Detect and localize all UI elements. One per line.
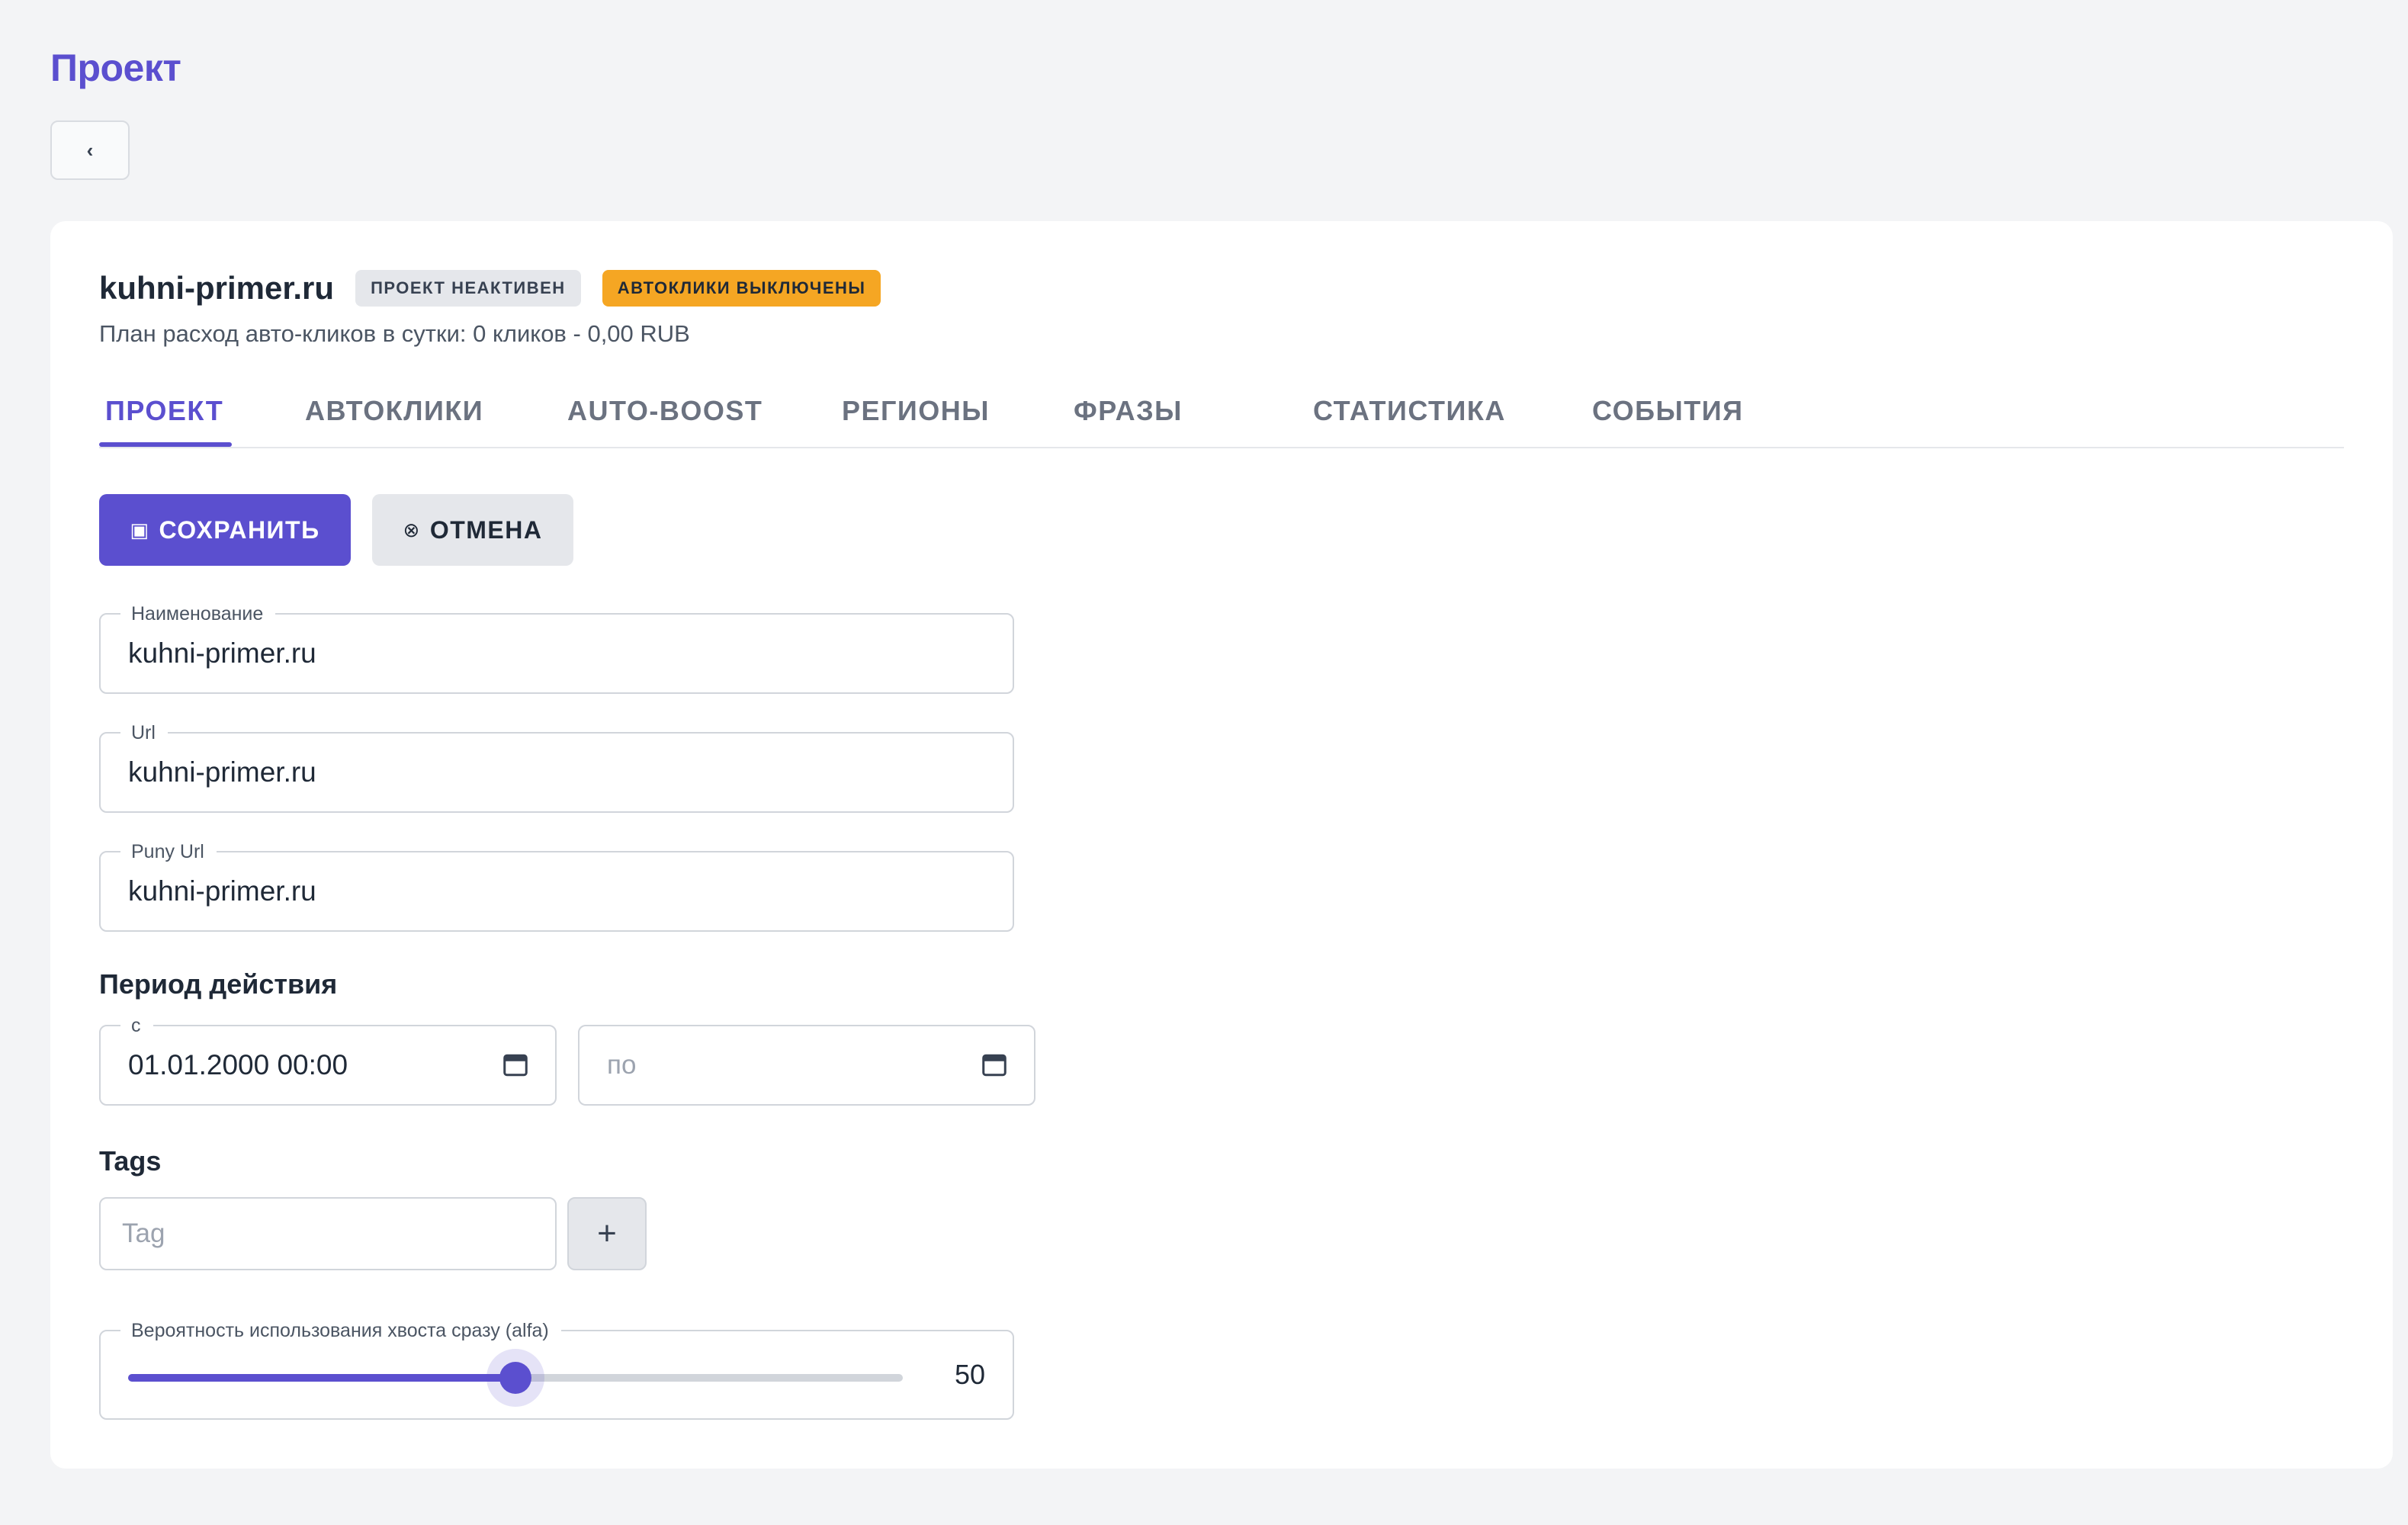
tab-project[interactable]: ПРОЕКТ [105, 374, 223, 448]
date-to-field[interactable]: по [578, 1025, 1035, 1106]
url-field-value: kuhni-primer.ru [128, 756, 316, 788]
tab-phrases[interactable]: ФРАЗЫ [1074, 374, 1183, 448]
tab-events[interactable]: СОБЫТИЯ [1592, 374, 1743, 448]
calendar-icon[interactable] [502, 1051, 529, 1079]
tag-input[interactable]: Tag [99, 1197, 557, 1270]
back-button[interactable]: ‹ [50, 120, 130, 180]
name-field-value: kuhni-primer.ru [128, 637, 316, 669]
chevron-left-icon: ‹ [86, 138, 94, 162]
tab-statistics[interactable]: СТАТИСТИКА [1313, 374, 1506, 448]
plan-line: План расход авто-кликов в сутки: 0 клико… [99, 320, 690, 347]
date-from-value: 01.01.2000 00:00 [128, 1049, 348, 1080]
calendar-icon[interactable] [981, 1051, 1008, 1079]
add-tag-button[interactable]: + [567, 1197, 647, 1270]
tab-auto-boost[interactable]: AUTO-BOOST [567, 374, 763, 448]
tab-autoclicks[interactable]: АВТОКЛИКИ [305, 374, 483, 448]
puny-url-field-value: kuhni-primer.ru [128, 875, 316, 907]
plus-icon: + [597, 1215, 617, 1252]
alfa-slider-thumb[interactable] [499, 1362, 531, 1394]
date-from-field[interactable]: с 01.01.2000 00:00 [99, 1014, 557, 1106]
status-badge: ПРОЕКТ НЕАКТИВЕН [355, 270, 581, 307]
cancel-icon: ⊗ [403, 518, 421, 541]
tab-bar: ПРОЕКТ АВТОКЛИКИ AUTO-BOOST РЕГИОНЫ ФРАЗ… [99, 374, 2344, 448]
cancel-button-label: ОТМЕНА [429, 515, 543, 544]
tag-input-placeholder: Tag [122, 1218, 165, 1248]
project-name: kuhni-primer.ru [99, 270, 335, 306]
alfa-slider-fill [128, 1374, 515, 1382]
date-to-placeholder: по [607, 1050, 637, 1080]
alfa-slider-value: 50 [954, 1359, 985, 1390]
cancel-button[interactable]: ⊗ ОТМЕНА [372, 494, 573, 566]
autoclicks-badge: АВТОКЛИКИ ВЫКЛЮЧЕНЫ [602, 270, 881, 307]
url-field[interactable]: Url kuhni-primer.ru [99, 721, 1014, 813]
project-header: kuhni-primer.ru ПРОЕКТ НЕАКТИВЕН АВТОКЛИ… [99, 270, 881, 307]
save-icon: ▣ [130, 518, 150, 541]
active-tab-indicator [99, 442, 232, 447]
alfa-slider-label: Вероятность использования хвоста сразу (… [120, 1319, 561, 1342]
save-button[interactable]: ▣ СОХРАНИТЬ [99, 494, 351, 566]
puny-url-field[interactable]: Puny Url kuhni-primer.ru [99, 840, 1014, 932]
tags-title: Tags [99, 1145, 162, 1177]
name-field[interactable]: Наименование kuhni-primer.ru [99, 602, 1014, 694]
tab-regions[interactable]: РЕГИОНЫ [842, 374, 990, 448]
page-title: Проект [50, 47, 181, 89]
alfa-slider-field: Вероятность использования хвоста сразу (… [99, 1319, 1014, 1420]
save-button-label: СОХРАНИТЬ [159, 515, 320, 544]
period-title: Период действия [99, 968, 338, 1000]
project-card: kuhni-primer.ru ПРОЕКТ НЕАКТИВЕН АВТОКЛИ… [50, 221, 2393, 1469]
